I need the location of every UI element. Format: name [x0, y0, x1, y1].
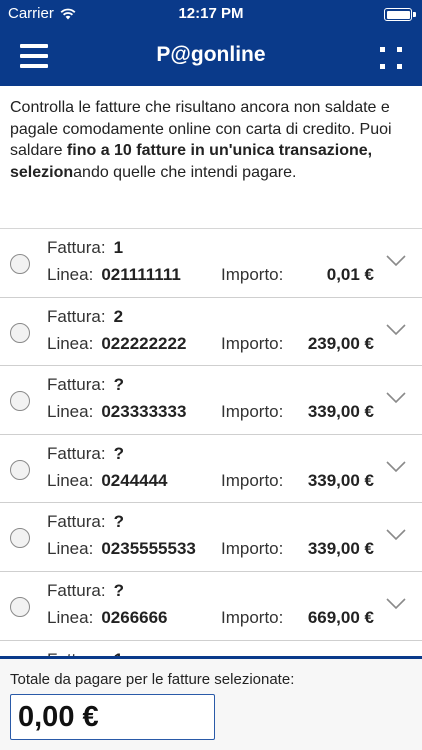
invoice-checkbox[interactable] — [10, 459, 30, 480]
linea-value: 0266666 — [101, 607, 168, 627]
chevron-down-icon[interactable] — [386, 392, 406, 404]
fattura-value: 1 — [113, 238, 124, 257]
linea-label: Linea: — [47, 333, 94, 353]
importo-value: 339,00 € — [307, 470, 374, 490]
invoice-row[interactable]: Fattura:1 Linea: Importo: — [0, 640, 422, 656]
linea-label: Linea: — [47, 470, 94, 490]
invoice-row[interactable]: Fattura:? Linea: 0235555533 Importo: 339,… — [0, 503, 422, 572]
invoice-row[interactable]: Fattura: 1 Linea: 021111111 Importo: 0,01 … — [0, 229, 422, 298]
importo-label: Importo: — [221, 402, 284, 422]
importo-value: 0,01 € — [326, 265, 374, 284]
invoice-row[interactable]: Fattura:? Linea: 023333333 Importo: 339,0… — [0, 366, 422, 435]
invoice-checkbox[interactable] — [10, 528, 30, 549]
battery-icon — [384, 8, 416, 21]
invoice-row[interactable]: Fattura:? Linea: 0244444 Importo: 339,00 … — [0, 434, 422, 504]
importo-label: Importo: — [221, 333, 284, 353]
chevron-down-icon[interactable] — [386, 529, 406, 541]
fattura-label: Fattura: — [47, 443, 106, 463]
grid-menu-button[interactable] — [380, 47, 402, 69]
invoice-row[interactable]: Fattura: 2 Linea: 022222222 Importo: 239,0… — [0, 297, 422, 367]
menu-button[interactable] — [20, 44, 48, 68]
status-time: 12:17 PM — [178, 5, 244, 22]
fattura-value: ? — [113, 580, 124, 600]
page-title: P@gonline — [156, 43, 266, 66]
fattura-value: ? — [113, 443, 124, 463]
grid-dots-icon — [380, 47, 385, 52]
invoice-checkbox[interactable] — [10, 322, 30, 343]
total-amount-field: 0,00 € — [10, 694, 215, 740]
total-footer: Totale da pagare per le fatture selezion… — [0, 656, 422, 750]
linea-label: Linea: — [47, 607, 94, 627]
importo-label: Importo: — [221, 607, 284, 627]
fattura-value: ? — [113, 375, 124, 395]
linea-value: 023333333 — [101, 402, 187, 422]
chevron-down-icon[interactable] — [386, 324, 406, 336]
total-label: Totale da pagare per le fatture selezion… — [10, 671, 295, 688]
chevron-down-icon[interactable] — [386, 598, 406, 610]
fattura-value: ? — [113, 512, 124, 532]
linea-label: Linea: — [47, 402, 94, 422]
linea-value: 0244444 — [101, 470, 168, 490]
fattura-label: Fattura: — [47, 580, 106, 600]
linea-value: 022222222 — [101, 333, 187, 353]
fattura-label: Fattura: — [47, 375, 106, 395]
linea-value: 0235555533 — [101, 539, 196, 559]
fattura-value: 2 — [113, 306, 124, 326]
importo-label: Importo: — [221, 539, 284, 559]
hamburger-menu-icon — [20, 44, 48, 48]
linea-label: Linea: — [47, 539, 94, 559]
intro-text-part2: ando quelle che intendi pagare. — [73, 163, 297, 181]
importo-value: 339,00 € — [307, 539, 374, 559]
intro-text: Controlla le fatture che risultano ancor… — [10, 97, 414, 183]
invoice-checkbox[interactable] — [10, 254, 30, 274]
fattura-label: Fattura: — [47, 238, 106, 257]
chevron-down-icon[interactable] — [386, 461, 406, 473]
chevron-down-icon[interactable] — [386, 255, 406, 267]
invoice-list: Fattura: 1 Linea: 021111111 Importo: 0,01 … — [0, 228, 422, 656]
importo-value: 669,00 € — [307, 607, 374, 627]
fattura-label: Fattura: — [47, 306, 106, 326]
linea-value: 021111111 — [101, 265, 181, 284]
navigation-bar: P@gonline — [0, 28, 422, 86]
status-bar: Carrier 12:17 PM — [0, 0, 422, 28]
invoice-checkbox[interactable] — [10, 596, 30, 617]
invoice-checkbox[interactable] — [10, 391, 30, 412]
invoice-row[interactable]: Fattura:? Linea: 0266666 Importo: 669,00 … — [0, 571, 422, 641]
importo-label: Importo: — [221, 265, 284, 284]
importo-value: 239,00 € — [307, 333, 374, 353]
importo-value: 339,00 € — [307, 402, 374, 422]
fattura-label: Fattura: — [47, 512, 106, 532]
importo-label: Importo: — [221, 470, 284, 490]
linea-label: Linea: — [47, 265, 94, 284]
